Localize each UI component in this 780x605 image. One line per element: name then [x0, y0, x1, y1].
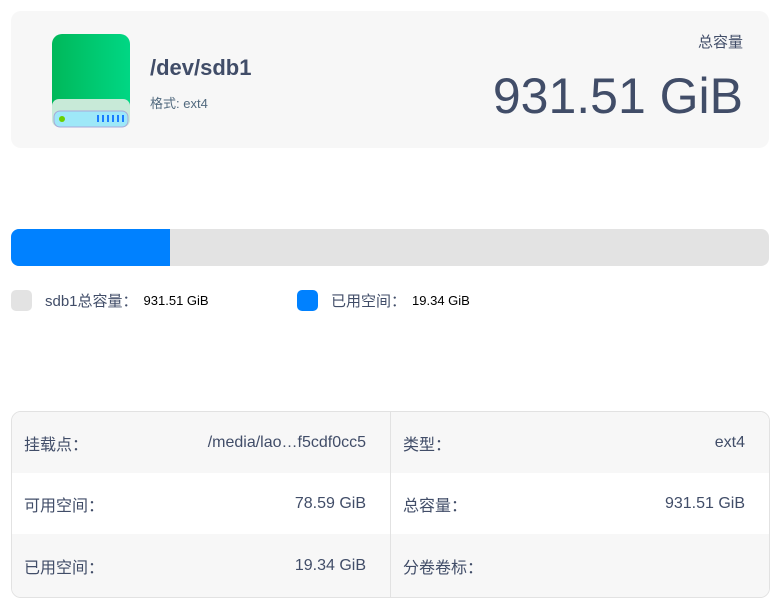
capacity-value: 931.51 GiB	[492, 68, 743, 124]
table-row: 挂载点： /media/lao…f5cdf0cc5 类型： ext4	[12, 412, 769, 473]
info-table: 挂载点： /media/lao…f5cdf0cc5 类型： ext4 可用空间： 78…	[11, 411, 770, 598]
total-swatch	[11, 290, 32, 311]
capacity-label: 总容量	[697, 34, 743, 51]
type-value: ext4	[714, 433, 745, 451]
mount-value: /media/lao…f5cdf0cc5	[207, 433, 366, 451]
legend-value: 19.34 GiB	[412, 293, 470, 308]
legend-total: sdb1总容量： 931.51 GiB	[11, 290, 209, 311]
used-value: 19.34 GiB	[294, 556, 366, 574]
device-path: /dev/sdb1	[150, 55, 252, 80]
usage-bar-fill	[11, 229, 171, 266]
free-value: 78.59 GiB	[294, 494, 366, 512]
used-label: 已用空间：	[24, 559, 105, 577]
mount-label: 挂载点：	[24, 436, 89, 454]
hard-drive-icon	[52, 34, 130, 128]
table-row: 已用空间： 19.34 GiB 分卷卷标：	[12, 534, 769, 597]
total-value: 931.51 GiB	[664, 494, 745, 512]
volume-label-label: 分卷卷标：	[403, 559, 484, 577]
legend-label: sdb1总容量：	[45, 293, 138, 310]
legend-used: 已用空间： 19.34 GiB	[297, 290, 470, 311]
table-row: 可用空间： 78.59 GiB 总容量： 931.51 GiB	[12, 473, 769, 534]
usage-bar	[11, 229, 769, 266]
legend-value: 931.51 GiB	[143, 293, 209, 308]
legend-label: 已用空间：	[331, 293, 407, 310]
free-label: 可用空间：	[24, 497, 105, 515]
format-label: 格式: ext4	[150, 96, 208, 111]
type-label: 类型：	[403, 436, 452, 454]
total-label: 总容量：	[403, 497, 468, 515]
used-swatch	[297, 290, 318, 311]
device-header: /dev/sdb1 格式: ext4 总容量 931.51 GiB	[11, 11, 769, 148]
